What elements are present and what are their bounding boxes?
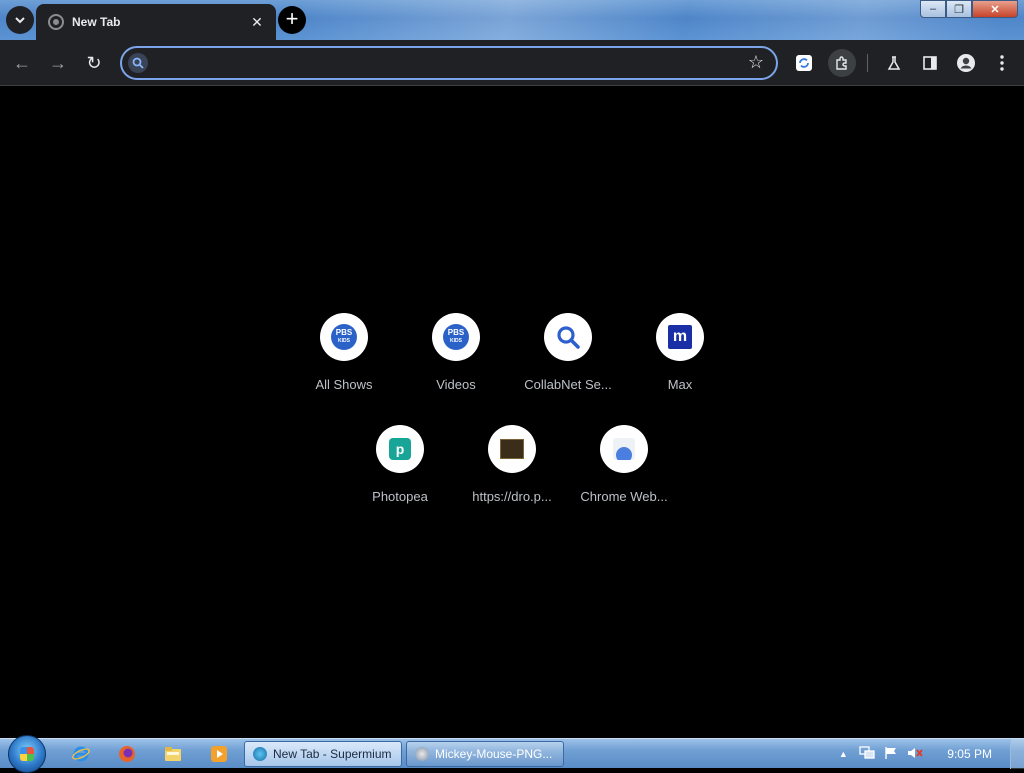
dro-thumbnail-icon [488,425,536,473]
pbs-kids-text: KIDS [450,338,462,344]
toolbar-divider [867,54,868,72]
pbs-kids-icon: PBS KIDS [432,313,480,361]
image-viewer-icon [415,747,429,761]
start-button[interactable] [8,735,46,773]
photopea-letter: p [389,438,411,460]
internet-explorer-icon[interactable] [70,744,92,764]
volume-muted-icon[interactable] [905,746,925,763]
tab-title: New Tab [72,15,121,29]
action-center-flag-icon[interactable] [881,746,901,763]
new-tab-button[interactable]: + [278,6,306,34]
media-player-icon[interactable] [208,744,230,764]
address-bar[interactable]: ☆ [120,46,778,80]
browser-toolbar: ← → ↻ ☆ [0,40,1024,86]
pbs-kids-text: KIDS [338,338,350,344]
shortcut-dro[interactable]: https://dro.p... [456,425,568,525]
taskbar-item-label: Mickey-Mouse-PNG... [435,747,553,761]
shortcut-label: Photopea [372,489,428,504]
search-icon [128,53,148,73]
back-button[interactable]: ← [10,51,34,75]
title-bar: New Tab ✕ + – ❐ ✕ [0,0,1024,40]
taskbar-item-label: New Tab - Supermium [273,747,392,761]
minimize-button[interactable]: – [920,0,946,18]
address-input[interactable] [154,52,734,74]
show-hidden-icons-icon[interactable]: ▲ [833,749,853,759]
max-letter: m [668,325,692,349]
shortcut-all-shows[interactable]: PBS KIDS All Shows [288,313,400,413]
taskbar-item-supermium[interactable]: New Tab - Supermium [244,741,402,767]
bookmark-star-icon[interactable]: ☆ [748,52,764,73]
labs-flask-icon[interactable] [882,51,906,75]
taskbar-item-mickey-mouse[interactable]: Mickey-Mouse-PNG... [406,741,564,767]
photopea-icon: p [376,425,424,473]
reload-button[interactable]: ↻ [82,51,106,75]
system-tray: ▲ 9:05 PM [833,739,1024,769]
show-desktop-button[interactable] [1010,739,1024,769]
globe-icon [48,14,64,30]
clock[interactable]: 9:05 PM [947,747,992,761]
shortcut-max[interactable]: m Max [624,313,736,413]
file-explorer-icon[interactable] [162,744,184,764]
firefox-icon[interactable] [116,744,138,764]
supermium-icon [253,747,267,761]
shortcut-label: All Shows [315,377,373,392]
max-m-icon: m [656,313,704,361]
sync-extension-icon[interactable] [792,51,816,75]
network-icon[interactable] [857,745,877,763]
pbs-text: PBS [447,328,465,337]
chrome-web-store-icon [600,425,648,473]
windows-taskbar: New Tab - Supermium Mickey-Mouse-PNG... … [0,735,1024,773]
shortcut-label: Max [667,377,693,392]
tab-search-button[interactable] [6,6,34,34]
profile-avatar-icon[interactable] [954,51,978,75]
window-controls: – ❐ ✕ [920,0,1018,18]
maximize-button[interactable]: ❐ [946,0,972,18]
pbs-kids-icon: PBS KIDS [320,313,368,361]
chevron-down-icon [15,17,25,24]
forward-button[interactable]: → [46,51,70,75]
shortcut-label: https://dro.p... [472,489,552,504]
tab-new-tab[interactable]: New Tab ✕ [36,4,276,40]
shortcut-videos[interactable]: PBS KIDS Videos [400,313,512,413]
shortcut-label: Videos [436,377,476,392]
new-tab-page: PBS KIDS All Shows PBS KIDS Videos CollabN… [0,87,1024,738]
shortcut-photopea[interactable]: p Photopea [344,425,456,525]
shortcut-chrome-web-store[interactable]: Chrome Web... [568,425,680,525]
shortcut-label: Chrome Web... [580,489,668,504]
kebab-menu-icon[interactable] [990,51,1014,75]
extensions-puzzle-icon[interactable] [828,49,856,77]
tab-close-icon[interactable]: ✕ [248,13,266,31]
shortcut-label: CollabNet Se... [524,377,612,392]
close-window-button[interactable]: ✕ [972,0,1018,18]
side-panel-icon[interactable] [918,51,942,75]
pbs-text: PBS [335,328,353,337]
shortcut-collabnet[interactable]: CollabNet Se... [512,313,624,413]
magnifier-icon [544,313,592,361]
